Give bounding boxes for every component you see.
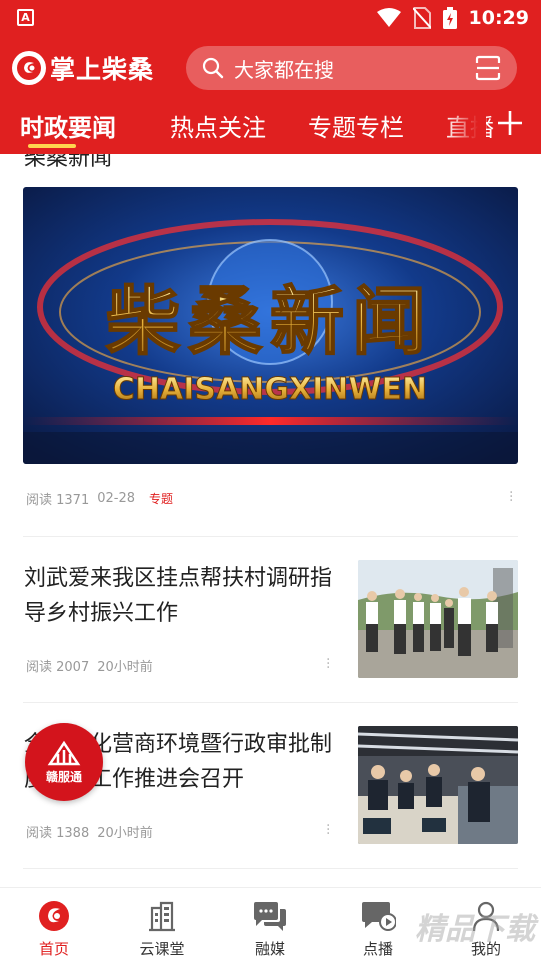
building-icon [149, 901, 175, 932]
bottom-navigation: 首页 云课堂 融媒 点播 我的 精品下载 [0, 887, 541, 963]
battery-charging-icon [442, 7, 457, 29]
nav-label: 点播 [362, 940, 393, 958]
nav-yunketang[interactable]: 云课堂 [122, 900, 202, 959]
status-time: 10:29 [468, 7, 529, 29]
publish-time: 20小时前 [97, 660, 153, 675]
read-count: 阅读 1371 [26, 493, 90, 508]
hero-title-cn: 柴桑新闻 [106, 279, 434, 365]
news-item-meta: 阅读 1388 20小时前 [26, 822, 153, 841]
notification-app-icon: A [17, 9, 34, 26]
app-logo: 掌上柴桑 [12, 50, 154, 86]
read-count: 阅读 1388 [26, 826, 90, 841]
tab-redian[interactable]: 热点关注 [170, 108, 266, 143]
publish-date: 02-28 [97, 491, 135, 506]
nav-home[interactable]: 首页 [14, 900, 94, 959]
nav-label: 云课堂 [139, 940, 185, 958]
wifi-icon [376, 8, 401, 27]
search-bar[interactable]: 大家都在搜 [186, 46, 517, 90]
search-placeholder: 大家都在搜 [234, 57, 334, 82]
app-header: A 10:29 掌上柴桑 大家都在搜 时政要闻 热点关注 专题专栏 直播 [0, 0, 541, 154]
tab-fade [446, 100, 486, 154]
divider [23, 702, 518, 703]
read-count: 阅读 2007 [26, 660, 90, 675]
nav-label: 融媒 [254, 940, 285, 958]
news-item-thumbnail[interactable] [358, 726, 518, 844]
hero-title-en: CHAISANGXINWEN [113, 372, 427, 407]
ganfutong-float-button[interactable]: 赣服通 [25, 723, 103, 801]
divider [23, 536, 518, 537]
header-toprow: 掌上柴桑 大家都在搜 [0, 44, 541, 94]
watermark-logo: 精品下载 [415, 912, 535, 947]
add-channel-icon[interactable] [497, 110, 523, 136]
scan-icon[interactable] [475, 55, 501, 81]
nav-rongmei[interactable]: 融媒 [230, 900, 310, 959]
search-icon [202, 57, 224, 79]
channel-tabs: 时政要闻 热点关注 专题专栏 直播 [0, 100, 541, 154]
active-tab-indicator [28, 144, 76, 148]
no-sim-icon [412, 7, 431, 29]
publish-time: 20小时前 [97, 826, 153, 841]
news-item-meta: 阅读 2007 20小时前 [26, 656, 153, 675]
news-item-title[interactable]: 刘武爱来我区挂点帮扶村调研指导乡村振兴工作 [24, 561, 334, 631]
tab-shizheng[interactable]: 时政要闻 [20, 108, 116, 143]
ganfutong-label: 赣服通 [45, 769, 82, 784]
app-name: 掌上柴桑 [50, 55, 155, 84]
topic-tag: 专题 [149, 492, 174, 506]
partial-article-title: 柴桑新闻 [24, 154, 113, 171]
video-chat-icon [362, 902, 396, 931]
logo-icon [12, 51, 46, 85]
status-bar: A 10:29 [0, 0, 541, 36]
tab-zhuanti[interactable]: 专题专栏 [308, 108, 404, 143]
hero-article-meta: 阅读 1371 02-28 专题 [26, 489, 173, 508]
news-item-thumbnail[interactable] [358, 560, 518, 678]
status-icons: 10:29 [376, 6, 529, 30]
ganfutong-icon [47, 740, 81, 765]
more-options-icon[interactable]: · · · [326, 653, 330, 675]
divider [23, 868, 518, 869]
nav-label: 首页 [38, 940, 69, 958]
more-options-icon[interactable]: · · · [509, 486, 513, 508]
more-options-icon[interactable]: · · · [326, 819, 330, 841]
hero-article-image[interactable]: 柴桑新闻 CHAISANGXINWEN [23, 187, 518, 464]
nav-dianbo[interactable]: 点播 [338, 900, 418, 959]
home-logo-icon [39, 901, 69, 931]
chat-bubbles-icon [254, 902, 286, 931]
